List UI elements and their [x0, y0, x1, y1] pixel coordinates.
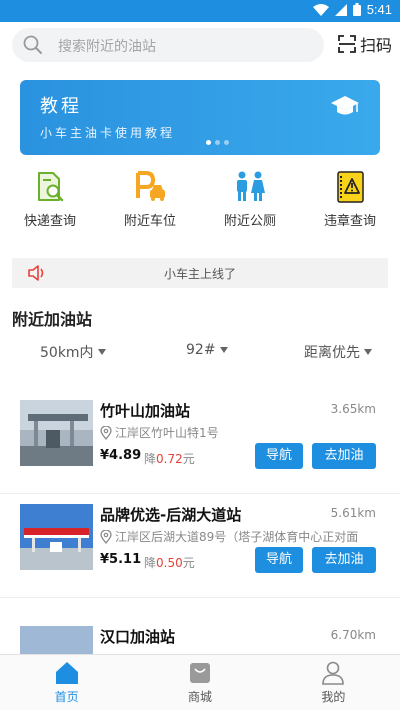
search-row: 搜索附近的油站 扫码 — [12, 28, 392, 62]
scan-icon — [338, 35, 356, 53]
tab-label: 首页 — [54, 690, 79, 704]
quick-link-parking[interactable]: 附近车位 — [100, 170, 200, 232]
price-drop-amount: 0.50 — [156, 556, 183, 570]
scan-label: 扫码 — [359, 36, 392, 55]
quick-links: 快递查询 附近车位 附近公厕 违章查询 — [0, 170, 400, 232]
distance-filter-label: 50km内 — [40, 345, 94, 361]
price-drop: 降0.72元 — [144, 450, 195, 467]
home-icon — [55, 662, 78, 684]
parking-icon — [136, 171, 165, 201]
status-icons: 5:41 — [312, 2, 392, 17]
station-name: 品牌优选-后湖大道站 — [100, 506, 242, 524]
announcement-bar[interactable]: 小车主上线了 — [12, 258, 388, 288]
station-distance: 5.61km — [330, 506, 376, 520]
distance-filter[interactable]: 50km内 — [40, 342, 106, 362]
pagination-dot — [215, 140, 220, 145]
fuel-filter[interactable]: 92# — [186, 342, 228, 358]
price-drop-unit: 元 — [182, 556, 195, 570]
banner-title: 教程 — [40, 96, 82, 117]
quick-link-violation[interactable]: 违章查询 — [300, 170, 400, 232]
user-icon — [322, 661, 345, 685]
graduation-cap-icon — [331, 96, 359, 115]
station-photo — [20, 400, 93, 466]
wifi-icon — [312, 3, 329, 16]
quick-link-package[interactable]: 快递查询 — [0, 170, 100, 232]
tab-mall[interactable]: 商城 — [133, 655, 266, 710]
banner-pagination — [206, 140, 229, 145]
search-input[interactable]: 搜索附近的油站 — [12, 28, 324, 62]
refuel-button[interactable]: 去加油 — [312, 443, 376, 469]
caret-down-icon — [219, 347, 228, 353]
quick-link-label: 附近公厕 — [223, 214, 276, 229]
station-name: 竹叶山加油站 — [100, 402, 191, 420]
station-card[interactable]: 竹叶山加油站 3.65km 江岸区竹叶山特1号 ¥4.89 降0.72元 导航 … — [0, 386, 400, 494]
refuel-button[interactable]: 去加油 — [312, 547, 376, 573]
quick-link-label: 附近车位 — [123, 214, 176, 229]
quick-link-label: 快递查询 — [23, 214, 76, 229]
quick-link-restroom[interactable]: 附近公厕 — [200, 170, 300, 232]
caret-down-icon — [364, 349, 372, 355]
shopping-bag-icon — [189, 663, 210, 683]
price-drop-label: 降 — [144, 452, 157, 466]
station-distance: 3.65km — [330, 402, 376, 416]
package-search-icon — [38, 172, 64, 202]
station-name: 汉口加油站 — [100, 628, 176, 646]
announcement-text: 小车主上线了 — [163, 267, 236, 281]
pagination-dot — [224, 140, 229, 145]
bottom-tab-bar: 首页 商城 我的 — [0, 654, 400, 710]
scan-button[interactable]: 扫码 — [338, 32, 392, 56]
quick-link-label: 违章查询 — [323, 214, 376, 229]
battery-icon — [352, 3, 361, 16]
sort-filter[interactable]: 距离优先 — [304, 342, 372, 362]
tutorial-banner[interactable]: 教程 小车主油卡使用教程 — [20, 80, 380, 155]
filter-bar: 50km内 92# 距离优先 — [0, 340, 400, 364]
tab-label: 我的 — [321, 690, 346, 704]
price-drop-amount: 0.72 — [156, 452, 183, 466]
search-icon — [23, 35, 42, 54]
pagination-dot — [206, 140, 211, 145]
restroom-icon — [237, 171, 265, 201]
caret-down-icon — [97, 349, 106, 355]
tab-profile[interactable]: 我的 — [267, 655, 400, 710]
station-distance: 6.70km — [330, 628, 376, 642]
section-title: 附近加油站 — [12, 310, 93, 329]
search-placeholder: 搜索附近的油站 — [58, 39, 156, 55]
status-time: 5:41 — [366, 2, 392, 17]
station-price: ¥4.89 — [100, 448, 142, 463]
station-address-text: 江岸区后湖大道89号（塔子湖体育中心正对面 — [115, 530, 359, 544]
status-bar: 5:41 — [0, 0, 400, 22]
sort-filter-label: 距离优先 — [304, 345, 360, 361]
station-price: ¥5.11 — [100, 552, 142, 567]
location-pin-icon — [100, 529, 112, 544]
station-address: 江岸区后湖大道89号（塔子湖体育中心正对面 — [100, 528, 358, 545]
banner-subtitle: 小车主油卡使用教程 — [40, 126, 176, 140]
station-address-text: 江岸区竹叶山特1号 — [115, 426, 219, 440]
location-pin-icon — [100, 425, 112, 440]
tab-home[interactable]: 首页 — [0, 655, 133, 710]
navigate-button[interactable]: 导航 — [255, 443, 303, 469]
navigate-button[interactable]: 导航 — [255, 547, 303, 573]
signal-icon — [334, 3, 347, 16]
price-drop: 降0.50元 — [144, 554, 195, 571]
fuel-filter-label: 92# — [186, 342, 216, 358]
station-photo — [20, 504, 93, 570]
price-drop-unit: 元 — [182, 452, 195, 466]
warning-notebook-icon — [337, 171, 364, 203]
price-drop-label: 降 — [144, 556, 157, 570]
station-address: 江岸区竹叶山特1号 — [100, 424, 219, 441]
tab-label: 商城 — [187, 690, 212, 704]
station-card[interactable]: 品牌优选-后湖大道站 5.61km 江岸区后湖大道89号（塔子湖体育中心正对面 … — [0, 490, 400, 598]
